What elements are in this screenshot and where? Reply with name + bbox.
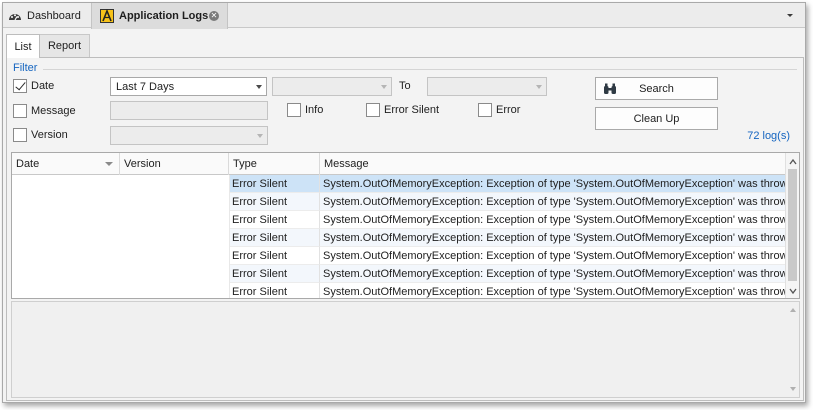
column-header-message[interactable]: Message (320, 153, 785, 175)
row-type-cell: Error Silent (229, 211, 320, 229)
list-panel: Filter Date Last 7 Days To Message Info … (6, 57, 804, 401)
clean-up-button[interactable]: Clean Up (595, 107, 718, 130)
application-window: Dashboard Application Logs ✕ List Report… (2, 2, 806, 403)
scroll-up-icon[interactable] (789, 157, 797, 165)
version-filter-checkbox[interactable]: Version (13, 128, 68, 142)
filter-divider (43, 69, 797, 70)
message-checkbox-label: Message (31, 105, 76, 117)
column-header-date-label: Date (16, 158, 40, 170)
table-row[interactable]: Error Silent System.OutOfMemoryException… (12, 229, 785, 247)
error-checkbox-box[interactable] (478, 103, 492, 117)
table-row[interactable]: Error Silent System.OutOfMemoryException… (12, 193, 785, 211)
version-select[interactable] (110, 126, 268, 145)
log-count: 72 log(s) (747, 130, 790, 142)
scroll-down-icon[interactable] (789, 286, 797, 295)
message-checkbox-box[interactable] (13, 104, 27, 118)
chevron-down-icon (536, 85, 542, 89)
column-divider (229, 175, 230, 298)
logs-grid: Date Version Type Message Error Silent S… (11, 152, 800, 299)
chevron-down-icon (381, 85, 387, 89)
row-message-cell: System.OutOfMemoryException: Exception o… (320, 175, 785, 193)
grid-header: Date Version Type Message (12, 153, 785, 175)
table-row[interactable]: Error Silent System.OutOfMemoryException… (12, 265, 785, 283)
row-blank-cell (12, 265, 229, 283)
column-header-type[interactable]: Type (229, 153, 320, 175)
filter-dropdown-icon[interactable] (105, 162, 113, 166)
tab-application-logs[interactable]: Application Logs ✕ (91, 3, 228, 29)
error-filter-checkbox[interactable]: Error (478, 103, 520, 117)
search-button[interactable]: Search (595, 77, 718, 100)
table-row[interactable]: Error Silent System.OutOfMemoryException… (12, 211, 785, 229)
search-button-label: Search (639, 82, 674, 95)
date-to-select[interactable] (427, 77, 547, 96)
column-header-message-label: Message (324, 158, 369, 170)
column-header-date[interactable]: Date (12, 153, 120, 175)
filter-group-title: Filter (13, 62, 38, 74)
version-checkbox-box[interactable] (13, 128, 27, 142)
date-range-value: Last 7 Days (116, 80, 175, 93)
chevron-down-icon (256, 85, 262, 89)
row-message-cell: System.OutOfMemoryException: Exception o… (320, 247, 785, 265)
column-header-type-label: Type (233, 158, 257, 170)
table-row[interactable]: Error Silent System.OutOfMemoryException… (12, 175, 785, 193)
date-from-select[interactable] (272, 77, 392, 96)
info-checkbox-label: Info (305, 104, 324, 116)
row-message-cell: System.OutOfMemoryException: Exception o… (320, 229, 785, 247)
version-checkbox-label: Version (31, 129, 68, 141)
row-blank-cell (12, 175, 229, 193)
row-type-cell: Error Silent (229, 229, 320, 247)
application-logs-icon (100, 9, 114, 23)
tab-report[interactable]: Report (40, 34, 90, 57)
row-type-cell: Error Silent (229, 283, 320, 298)
tab-dashboard-label: Dashboard (27, 9, 81, 22)
row-message-cell: System.OutOfMemoryException: Exception o… (320, 211, 785, 229)
tab-application-logs-label: Application Logs (119, 10, 209, 22)
info-filter-checkbox[interactable]: Info (287, 103, 323, 117)
tab-dashboard[interactable]: Dashboard (3, 3, 91, 28)
error-checkbox-label: Error (496, 104, 521, 116)
scroll-down-icon[interactable] (790, 387, 796, 391)
tab-report-label: Report (47, 40, 82, 52)
date-checkbox-label: Date (31, 80, 55, 92)
date-checkbox-box[interactable] (13, 79, 27, 93)
error-silent-checkbox-box[interactable] (366, 103, 380, 117)
row-blank-cell (12, 229, 229, 247)
tab-list-label: List (14, 40, 32, 53)
row-message-cell: System.OutOfMemoryException: Exception o… (320, 265, 785, 283)
row-message-cell: System.OutOfMemoryException: Exception o… (320, 283, 785, 298)
grid-vertical-scrollbar[interactable] (785, 153, 799, 298)
row-blank-cell (12, 193, 229, 211)
row-type-cell: Error Silent (229, 247, 320, 265)
tabs-dropdown-icon[interactable] (785, 10, 795, 20)
error-silent-checkbox-label: Error Silent (384, 104, 440, 116)
row-blank-cell (12, 247, 229, 265)
message-filter-input[interactable] (110, 101, 268, 120)
date-filter-checkbox[interactable]: Date (13, 79, 54, 93)
column-header-version-label: Version (124, 158, 161, 170)
column-header-version[interactable]: Version (120, 153, 229, 175)
row-type-cell: Error Silent (229, 175, 320, 193)
tab-list[interactable]: List (6, 34, 40, 58)
row-type-cell: Error Silent (229, 265, 320, 283)
to-label: To (399, 80, 411, 92)
dashboard-gauge-icon (8, 9, 22, 23)
scroll-up-icon[interactable] (790, 308, 796, 312)
scrollbar-thumb[interactable] (788, 169, 797, 281)
error-silent-filter-checkbox[interactable]: Error Silent (366, 103, 439, 117)
log-detail-pane[interactable] (11, 301, 800, 398)
message-filter-checkbox[interactable]: Message (13, 104, 76, 118)
binoculars-icon (603, 83, 617, 95)
info-checkbox-box[interactable] (287, 103, 301, 117)
document-tab-strip: Dashboard Application Logs ✕ (3, 3, 805, 29)
row-type-cell: Error Silent (229, 193, 320, 211)
close-icon[interactable]: ✕ (209, 11, 219, 21)
table-row[interactable]: Error Silent System.OutOfMemoryException… (12, 283, 785, 298)
date-range-select[interactable]: Last 7 Days (110, 77, 267, 96)
chevron-down-icon (257, 134, 263, 138)
row-blank-cell (12, 283, 229, 298)
clean-up-button-label: Clean Up (633, 112, 680, 125)
row-message-cell: System.OutOfMemoryException: Exception o… (320, 193, 785, 211)
table-row[interactable]: Error Silent System.OutOfMemoryException… (12, 247, 785, 265)
row-blank-cell (12, 211, 229, 229)
